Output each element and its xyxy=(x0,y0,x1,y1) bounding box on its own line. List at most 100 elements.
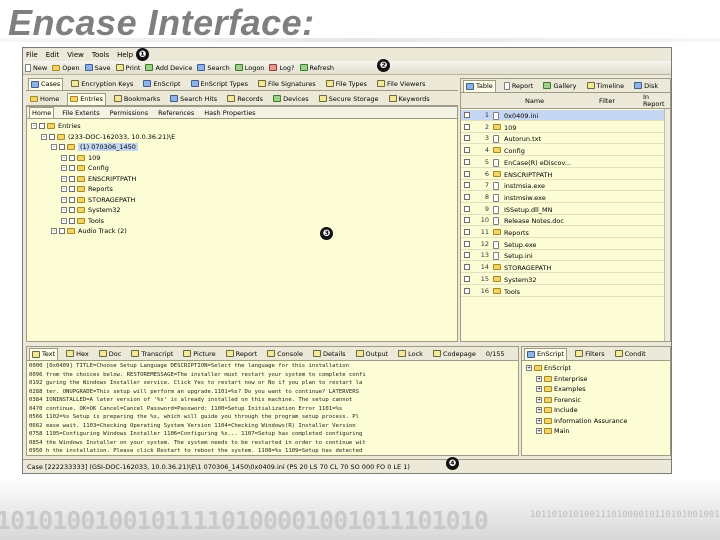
expand-toggle[interactable]: + xyxy=(536,417,542,424)
tab-entries[interactable]: Entries xyxy=(67,92,106,105)
tree-node[interactable]: - Reports xyxy=(61,184,113,194)
table-row[interactable]: 1 0x0409.ini xyxy=(461,110,670,121)
tree-node[interactable]: - Audio Track (2) xyxy=(51,226,127,236)
tab-bottom-lock[interactable]: Lock xyxy=(396,348,425,360)
tab-encryption-keys[interactable]: Encryption Keys xyxy=(69,78,135,90)
table-row[interactable]: 12 Setup.exe xyxy=(461,239,670,250)
tab-filters[interactable]: Filters xyxy=(573,348,606,360)
tab-tree-home[interactable]: Home xyxy=(29,107,55,118)
tree-checkbox[interactable] xyxy=(69,165,75,171)
tree-node[interactable]: - (1) 070306_1450 xyxy=(51,142,138,152)
row-checkbox[interactable] xyxy=(464,158,470,165)
tab-disk[interactable]: Disk xyxy=(632,80,660,92)
table-row[interactable]: 4 Config xyxy=(461,145,670,157)
row-checkbox[interactable] xyxy=(464,287,470,294)
tab-hash-properties[interactable]: Hash Properties xyxy=(202,107,257,118)
new-button[interactable]: New xyxy=(25,63,47,72)
tab-home[interactable]: Home xyxy=(28,93,61,105)
expand-toggle[interactable]: - xyxy=(61,207,67,213)
tab-secure-storage[interactable]: Secure Storage xyxy=(317,93,381,105)
menu-edit[interactable]: Edit xyxy=(46,51,60,59)
tree-node[interactable]: - Tools xyxy=(61,216,104,226)
tab-cases[interactable]: Cases xyxy=(28,77,64,90)
tab-bottom-codepage[interactable]: Codepage xyxy=(431,348,478,360)
tree-node[interactable]: - Config xyxy=(61,163,109,173)
expand-toggle[interactable]: + xyxy=(536,396,542,403)
tab-enscript[interactable]: EnScript xyxy=(141,78,182,90)
row-checkbox[interactable] xyxy=(464,193,470,200)
tab-bottom-text[interactable]: Text xyxy=(29,347,59,360)
refresh-button[interactable]: Refresh xyxy=(299,64,334,72)
table-row[interactable]: 10 Release Notes.doc xyxy=(461,215,670,227)
row-checkbox[interactable] xyxy=(464,182,470,189)
row-checkbox[interactable] xyxy=(464,252,470,259)
tab-devices[interactable]: Devices xyxy=(271,93,311,105)
enscript-tree-node[interactable]: + Enterprise xyxy=(536,374,587,384)
tab-references[interactable]: References xyxy=(156,107,196,118)
tab-table[interactable]: Table xyxy=(463,79,496,92)
row-checkbox[interactable] xyxy=(464,170,470,177)
row-checkbox[interactable] xyxy=(464,217,470,224)
enscript-tree-node[interactable]: + Main xyxy=(536,426,570,436)
save-button[interactable]: Save xyxy=(84,64,111,72)
tree-checkbox[interactable] xyxy=(69,186,75,192)
tree-checkbox[interactable] xyxy=(69,196,75,203)
expand-toggle[interactable]: + xyxy=(526,365,532,371)
tab-bottom-report[interactable]: Report xyxy=(224,348,260,360)
enscript-tree-node[interactable]: + Information Assurance xyxy=(536,416,627,426)
table-row[interactable]: 7 instmsia.exe xyxy=(461,180,670,192)
expand-toggle[interactable]: - xyxy=(61,217,67,224)
tree-checkbox[interactable] xyxy=(39,123,45,129)
column-filter[interactable]: Filter xyxy=(599,97,615,105)
expand-toggle[interactable]: + xyxy=(536,375,542,382)
row-checkbox[interactable] xyxy=(464,135,470,142)
menu-tools[interactable]: Tools xyxy=(92,51,109,59)
row-checkbox[interactable] xyxy=(464,123,470,130)
column-name[interactable]: Name xyxy=(525,97,544,105)
tab-file-viewers[interactable]: File Viewers xyxy=(375,78,427,90)
row-checkbox[interactable] xyxy=(464,264,470,271)
tree-node[interactable]: - ENSCRIPTPATH xyxy=(61,174,136,184)
table-row[interactable]: 11 Reports xyxy=(461,227,670,238)
tree-node[interactable]: - STORAGEPATH xyxy=(61,195,135,205)
row-checkbox[interactable] xyxy=(464,147,470,154)
menu-help[interactable]: Help xyxy=(117,51,133,59)
tree-checkbox[interactable] xyxy=(49,133,55,140)
table-row[interactable]: 8 instmsiw.exe xyxy=(461,192,670,203)
tab-conditions[interactable]: Condit xyxy=(613,348,648,360)
tree-node[interactable]: - (233-DOC-162033, 10.0.36.21)\E xyxy=(41,132,175,142)
tree-checkbox[interactable] xyxy=(69,175,75,182)
enscript-tree-node[interactable]: + Examples xyxy=(536,384,586,394)
tab-bottom-hex[interactable]: Hex xyxy=(64,348,91,360)
tab-bottom-doc[interactable]: Doc xyxy=(97,348,124,360)
log-button[interactable]: Log? xyxy=(269,64,295,72)
table-row[interactable]: 6 ENSCRIPTPATH xyxy=(461,169,670,180)
tab-bottom-0-155[interactable]: 0/155 xyxy=(484,348,507,360)
table-scrollbar[interactable] xyxy=(664,109,670,341)
tab-script-enscript[interactable]: EnScript xyxy=(524,347,568,360)
row-checkbox[interactable] xyxy=(464,205,470,212)
tab-search-hits[interactable]: Search Hits xyxy=(168,93,219,105)
table-row[interactable]: 5 EnCase(R) eDiscov... xyxy=(461,157,670,168)
menu-view[interactable]: View xyxy=(67,51,84,59)
tab-file-extents[interactable]: File Extents xyxy=(60,107,102,118)
expand-toggle[interactable]: - xyxy=(41,133,47,140)
print-button[interactable]: Print xyxy=(115,64,140,72)
tab-enscript-types[interactable]: EnScript Types xyxy=(189,78,250,90)
tab-bottom-picture[interactable]: Picture xyxy=(181,348,217,360)
tree-checkbox[interactable] xyxy=(69,154,75,161)
expand-toggle[interactable]: - xyxy=(51,228,57,234)
add-device-button[interactable]: Add Device xyxy=(145,64,192,72)
row-checkbox[interactable] xyxy=(464,112,470,118)
expand-toggle[interactable]: + xyxy=(536,407,542,413)
row-checkbox[interactable] xyxy=(464,240,470,247)
tab-permissions[interactable]: Permissions xyxy=(108,107,150,118)
tree-checkbox[interactable] xyxy=(59,144,65,150)
table-row[interactable]: 14 STORAGEPATH xyxy=(461,262,670,274)
expand-toggle[interactable]: + xyxy=(536,386,542,392)
tab-file-types[interactable]: File Types xyxy=(324,78,369,90)
enscript-tree-node[interactable]: + Forensic xyxy=(536,395,581,405)
expand-toggle[interactable]: - xyxy=(51,144,57,150)
table-row[interactable]: 2 109 xyxy=(461,122,670,133)
enscript-tree-node[interactable]: + EnScript xyxy=(526,363,571,373)
